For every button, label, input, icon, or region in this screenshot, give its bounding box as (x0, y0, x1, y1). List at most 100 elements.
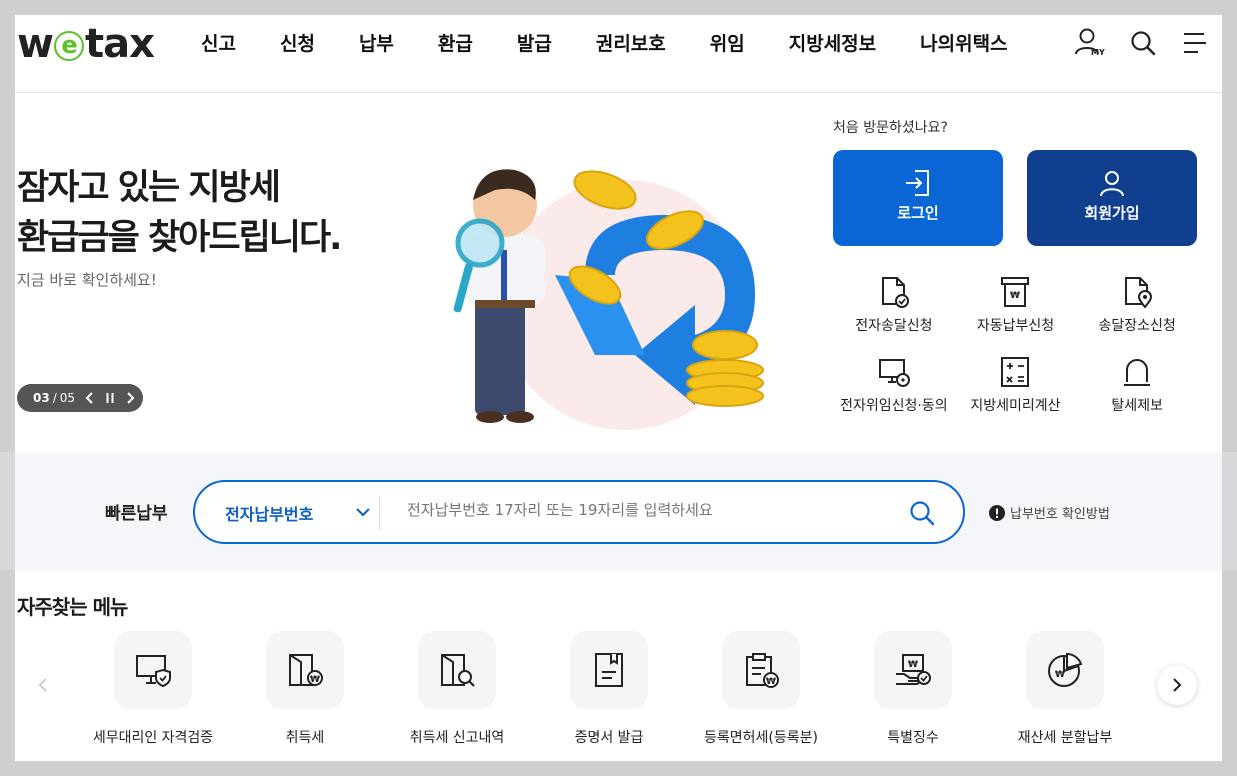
slide-total: 05 (59, 391, 76, 405)
quick-pay-box: 전자납부번호 (193, 480, 965, 544)
frequent-menu-prev-button[interactable] (23, 665, 63, 705)
first-visit-text: 처음 방문하셨나요? (833, 120, 948, 136)
chevron-right-icon[interactable] (125, 392, 135, 404)
nav-tax-info[interactable]: 지방세정보 (789, 29, 876, 56)
hero-title: 잠자고 있는 지방세 환급금을 찾아드립니다. (17, 163, 342, 263)
doc-location-icon (1125, 277, 1153, 309)
svg-text:₩: ₩ (766, 677, 776, 687)
svg-text:₩: ₩ (310, 675, 320, 685)
chevron-down-icon[interactable] (355, 506, 371, 518)
clipboard-won-icon: ₩ (746, 653, 779, 688)
nav-rights[interactable]: 권리보호 (596, 29, 666, 56)
frequent-menu-list: 세무대리인 자격검증 ₩ 취득세 취득세 신고내역 증명서 발급 ₩ 등록면허세… (77, 631, 1141, 747)
quick-pay-section: 빠른납부 전자납부번호 납부번호 확인방법 (15, 453, 1222, 571)
quick-item-e-delivery[interactable]: 전자송달신청 (833, 275, 955, 335)
certificate-icon (595, 653, 623, 687)
logo-e: e (53, 31, 84, 61)
login-icon (906, 170, 929, 196)
quick-service-grid: 전자송달신청 ₩ 자동납부신청 송달장소신청 전자위임신청·동의 지방세미리계산… (833, 275, 1198, 415)
nav-refund[interactable]: 환급 (438, 29, 473, 56)
login-button[interactable]: 로그인 (833, 150, 1003, 246)
nav-apply[interactable]: 신청 (280, 29, 315, 56)
quick-item-label: 전자송달신청 (855, 318, 933, 334)
quick-item-label: 송달장소신청 (1098, 318, 1176, 334)
divider (379, 496, 380, 530)
monitor-shield-icon (136, 655, 171, 688)
menu-icon[interactable] (1182, 31, 1208, 55)
frequent-item-registration-tax[interactable]: ₩ 등록면허세(등록분) (685, 631, 837, 747)
frequent-item-label: 취득세 신고내역 (409, 730, 505, 746)
hero-title-line2: 환급금을 찾아드립니다. (17, 218, 342, 258)
info-icon (989, 504, 1005, 521)
folder-search-icon (441, 654, 475, 687)
header: w e tax 신고 신청 납부 환급 발급 권리보호 위임 지방세정보 나의위택스… (15, 15, 1222, 93)
frequent-item-property-installment[interactable]: ₩ 재산세 분할납부 (989, 631, 1141, 747)
frequent-item-acquisition-tax[interactable]: ₩ 취득세 (229, 631, 381, 747)
auto-pay-icon: ₩ (1001, 277, 1030, 307)
hero-subtitle: 지금 바로 확인하세요! (17, 271, 157, 289)
frequent-item-certificate[interactable]: 증명서 발급 (533, 631, 685, 747)
page: w e tax 신고 신청 납부 환급 발급 권리보호 위임 지방세정보 나의위택스… (15, 15, 1222, 761)
quick-item-delivery-place[interactable]: 송달장소신청 (1076, 275, 1198, 335)
quick-item-tax-evasion-report[interactable]: 탈세제보 (1076, 355, 1198, 415)
pay-number-input[interactable] (407, 501, 887, 519)
my-label: MY (1091, 48, 1105, 57)
search-icon[interactable] (1130, 30, 1156, 56)
siren-icon (1124, 359, 1151, 386)
main-nav: 신고 신청 납부 환급 발급 권리보호 위임 지방세정보 나의위택스 (201, 29, 1052, 56)
svg-text:₩: ₩ (908, 660, 918, 670)
my-page-button[interactable]: MY (1074, 27, 1105, 59)
pause-icon[interactable] (105, 392, 115, 404)
join-label: 회원가입 (1084, 204, 1140, 222)
pay-type-select[interactable]: 전자납부번호 (225, 501, 313, 525)
slide-sep: / (52, 391, 57, 405)
chevron-right-icon (1173, 678, 1182, 692)
frequent-item-label: 취득세 (285, 730, 325, 746)
frequent-item-special-collection[interactable]: ₩ 특별징수 (837, 631, 989, 747)
frequent-item-agent-verify[interactable]: 세무대리인 자격검증 (77, 631, 229, 747)
monitor-lock-icon (878, 359, 910, 387)
frequent-menu-next-button[interactable] (1157, 665, 1197, 705)
chevron-left-icon[interactable] (85, 392, 95, 404)
slide-counter: 03 / 05 (33, 391, 75, 405)
frequent-item-acquisition-history[interactable]: 취득세 신고내역 (381, 631, 533, 747)
logo-tax: tax (84, 21, 155, 67)
quick-item-label: 탈세제보 (1111, 398, 1163, 414)
hero-title-line1: 잠자고 있는 지방세 (17, 168, 281, 208)
nav-my-wetax[interactable]: 나의위택스 (920, 29, 1007, 56)
calculator-icon (1001, 357, 1030, 387)
folder-won-icon: ₩ (289, 654, 323, 686)
frequent-item-label: 등록면허세(등록분) (704, 730, 818, 746)
chevron-left-icon (38, 678, 47, 692)
frequent-item-label: 증명서 발급 (574, 730, 644, 746)
frequent-item-label: 세무대리인 자격검증 (92, 730, 214, 746)
logo-w: w (17, 21, 54, 67)
svg-text:₩: ₩ (1011, 291, 1021, 301)
quick-item-tax-calc[interactable]: 지방세미리계산 (955, 355, 1077, 415)
quick-pay-label: 빠른납부 (105, 504, 168, 524)
help-label: 납부번호 확인방법 (1010, 507, 1110, 522)
pay-number-help-link[interactable]: 납부번호 확인방법 (989, 503, 1110, 522)
user-icon (1100, 171, 1124, 197)
nav-issue[interactable]: 발급 (517, 29, 552, 56)
quick-item-label: 지방세미리계산 (970, 398, 1061, 414)
hand-won-icon: ₩ (896, 654, 931, 685)
slide-current: 03 (33, 391, 50, 405)
frequent-item-label: 특별징수 (887, 730, 939, 746)
search-icon[interactable] (909, 500, 935, 526)
wetax-logo[interactable]: w e tax (17, 21, 155, 67)
quick-item-label: 자동납부신청 (976, 318, 1055, 334)
login-label: 로그인 (897, 204, 939, 222)
quick-item-label: 전자위임신청·동의 (840, 398, 948, 414)
join-button[interactable]: 회원가입 (1027, 150, 1197, 246)
nav-report[interactable]: 신고 (201, 29, 236, 56)
header-icons: MY (1074, 27, 1208, 59)
hero-illustration (453, 169, 764, 430)
frequent-menu-title: 자주찾는 메뉴 (17, 595, 128, 619)
nav-pay[interactable]: 납부 (359, 29, 394, 56)
nav-delegate[interactable]: 위임 (710, 29, 745, 56)
quick-item-auto-pay[interactable]: ₩ 자동납부신청 (955, 275, 1077, 335)
svg-text:₩: ₩ (1055, 670, 1065, 680)
quick-item-e-delegation[interactable]: 전자위임신청·동의 (833, 355, 955, 415)
frequent-item-label: 재산세 분할납부 (1017, 730, 1113, 746)
